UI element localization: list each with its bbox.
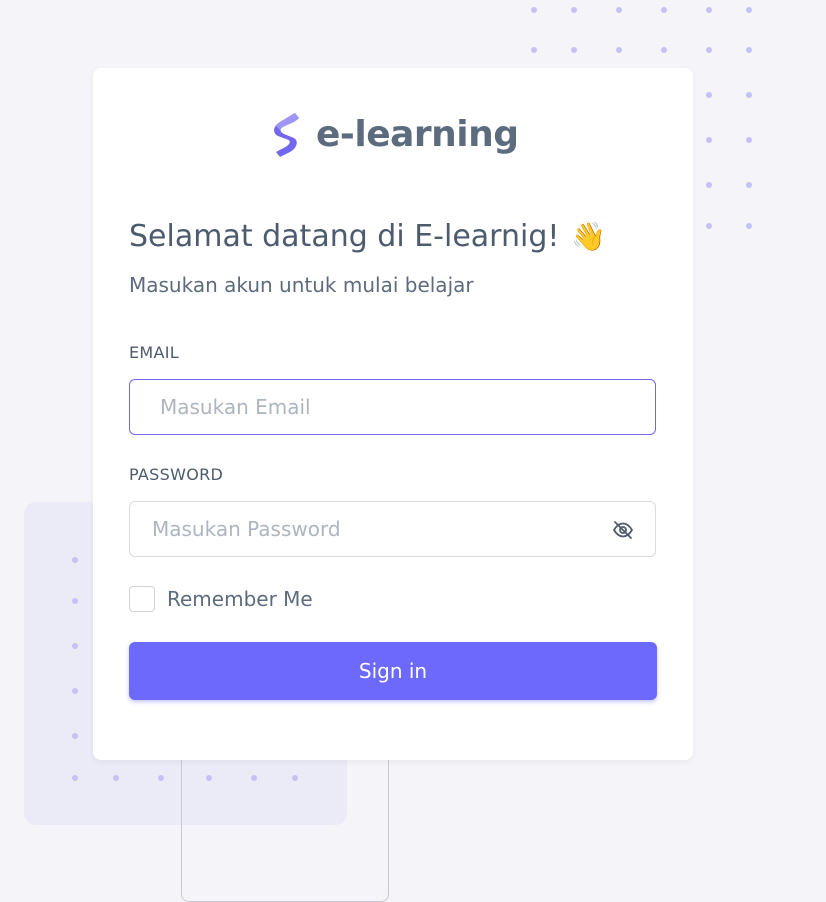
decorative-dot — [706, 137, 712, 143]
email-label: EMAIL — [129, 343, 179, 362]
welcome-heading: Selamat datang di E-learnig! 👋 — [129, 219, 606, 254]
decorative-dot — [616, 47, 622, 53]
decorative-dot — [746, 47, 752, 53]
decorative-dot — [706, 182, 712, 188]
decorative-dot — [706, 223, 712, 229]
login-card: e-learning Selamat datang di E-learnig! … — [93, 68, 693, 760]
decorative-dot — [706, 92, 712, 98]
decorative-dot — [661, 7, 667, 13]
eye-off-icon[interactable] — [611, 518, 635, 542]
decorative-dot — [72, 688, 78, 694]
decorative-dot — [706, 7, 712, 13]
password-label: PASSWORD — [129, 465, 224, 484]
decorative-dot — [616, 7, 622, 13]
decorative-dot — [72, 643, 78, 649]
welcome-title: Selamat datang di E-learnig! — [129, 219, 560, 254]
remember-me-checkbox[interactable] — [129, 586, 155, 612]
decorative-dot — [113, 775, 119, 781]
decorative-dot — [72, 557, 78, 563]
password-field-wrapper — [129, 501, 656, 557]
logo-s-icon — [274, 113, 299, 157]
password-input[interactable] — [130, 502, 655, 556]
decorative-dot — [746, 92, 752, 98]
decorative-dot — [746, 223, 752, 229]
remember-me-label[interactable]: Remember Me — [167, 587, 313, 611]
decorative-dot — [158, 775, 164, 781]
email-field-wrapper — [129, 379, 656, 435]
decorative-dot — [72, 733, 78, 739]
decorative-dot — [251, 775, 257, 781]
waving-hand-icon: 👋 — [571, 219, 607, 253]
decorative-dot — [746, 7, 752, 13]
decorative-dot — [292, 775, 298, 781]
decorative-dot — [531, 47, 537, 53]
email-input[interactable] — [130, 380, 655, 434]
brand-name: e-learning — [316, 113, 519, 155]
sign-in-button[interactable]: Sign in — [129, 642, 657, 700]
decorative-dot — [531, 7, 537, 13]
decorative-dot — [746, 182, 752, 188]
brand-logo: e-learning — [268, 110, 519, 158]
remember-me-row[interactable]: Remember Me — [129, 586, 313, 612]
welcome-subtitle: Masukan akun untuk mulai belajar — [129, 273, 474, 297]
decorative-dot — [706, 47, 712, 53]
decorative-dot — [746, 137, 752, 143]
decorative-dot — [661, 47, 667, 53]
decorative-dot — [72, 775, 78, 781]
decorative-dot — [72, 598, 78, 604]
decorative-dot — [571, 47, 577, 53]
decorative-dot — [571, 7, 577, 13]
decorative-dot — [206, 775, 212, 781]
